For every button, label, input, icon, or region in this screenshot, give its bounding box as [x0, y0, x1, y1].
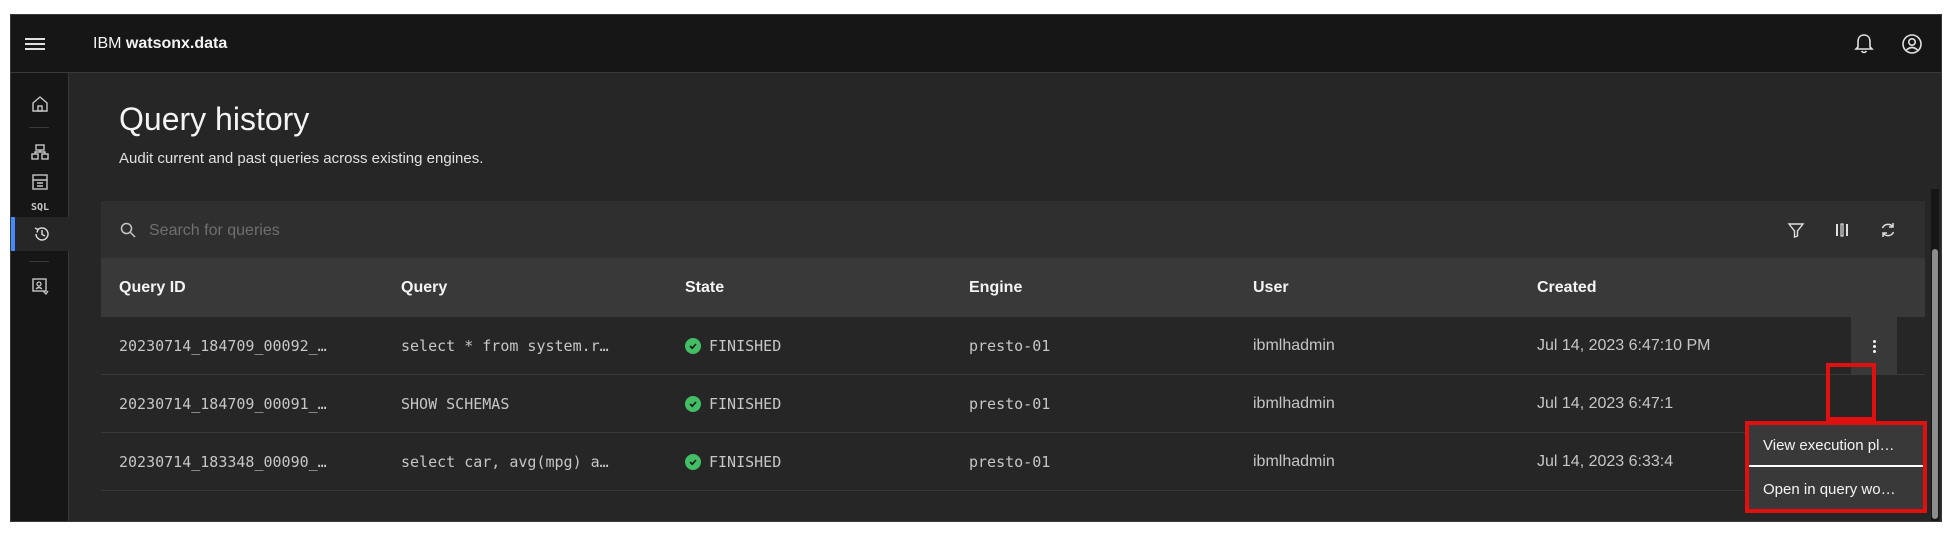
column-header-query[interactable]: Query [401, 259, 447, 317]
table-toolbar [101, 201, 1925, 259]
cell-created: Jul 14, 2023 6:47:10 PM [1537, 337, 1711, 354]
nav-sql-label: SQL [30, 201, 50, 213]
top-header: IBM watsonx.data [11, 15, 1941, 73]
checkmark-success-icon [685, 338, 701, 354]
column-settings-icon[interactable] [1827, 215, 1857, 245]
checkmark-success-icon [685, 454, 701, 470]
menu-item-open-in-query-workspace[interactable]: Open in query wo… [1749, 469, 1923, 511]
state-label: FINISHED [709, 337, 782, 355]
column-header-user[interactable]: User [1253, 259, 1289, 317]
cell-user: ibmlhadmin [1253, 395, 1335, 412]
cell-query: SHOW SCHEMAS [401, 395, 510, 413]
checkmark-success-icon [685, 396, 701, 412]
cell-query: select car, avg(mpg) a… [401, 453, 609, 471]
menu-item-view-execution-plan[interactable]: View execution pl… [1749, 425, 1923, 467]
nav-divider [29, 127, 49, 128]
table-row[interactable]: 20230714_183348_00090_… select car, avg(… [101, 433, 1925, 491]
filter-icon[interactable] [1781, 215, 1811, 245]
product-name[interactable]: IBM watsonx.data [93, 33, 227, 55]
brand-name: watsonx.data [125, 35, 228, 52]
notification-bell-icon[interactable] [1849, 29, 1879, 59]
nav-home-icon[interactable] [11, 87, 69, 121]
nav-query-history-icon[interactable] [11, 217, 69, 251]
column-header-created[interactable]: Created [1537, 259, 1597, 317]
page-title: Query history [119, 101, 310, 137]
main-content: Query history Audit current and past que… [69, 73, 1941, 521]
table-row[interactable]: 20230714_184709_00092_… select * from sy… [101, 317, 1925, 375]
state-label: FINISHED [709, 395, 782, 413]
query-history-table: Query ID Query State Engine User Created… [101, 201, 1925, 521]
cell-query-id: 20230714_184709_00092_… [119, 337, 327, 355]
cell-state: FINISHED [685, 433, 781, 491]
nav-access-control-icon[interactable] [11, 269, 69, 303]
nav-sql-item[interactable]: SQL [11, 195, 69, 219]
cell-engine: presto-01 [969, 337, 1051, 355]
scrollbar-thumb[interactable] [1932, 249, 1938, 519]
search-input[interactable] [147, 215, 851, 247]
row-overflow-menu: View execution pl… Open in query wo… [1745, 421, 1927, 513]
cell-query: select * from system.r… [401, 337, 609, 355]
cell-user: ibmlhadmin [1253, 337, 1335, 354]
cell-state: FINISHED [685, 375, 781, 433]
brand-prefix: IBM [93, 35, 122, 52]
page-scrollbar[interactable] [1931, 189, 1939, 521]
table-header: Query ID Query State Engine User Created [101, 259, 1925, 317]
search-icon [120, 222, 136, 238]
cell-user: ibmlhadmin [1253, 453, 1335, 470]
app-window: IBM watsonx.data SQL Query history Audit… [10, 14, 1942, 522]
state-label: FINISHED [709, 453, 782, 471]
refresh-icon[interactable] [1873, 215, 1903, 245]
side-navigation: SQL [11, 73, 69, 521]
cell-created: Jul 14, 2023 6:47:1 [1537, 395, 1674, 412]
page-subtitle: Audit current and past queries across ex… [119, 150, 484, 167]
hamburger-menu-icon[interactable] [25, 33, 49, 55]
cell-state: FINISHED [685, 317, 781, 375]
cell-created: Jul 14, 2023 6:33:4 [1537, 453, 1674, 470]
cell-query-id: 20230714_183348_00090_… [119, 453, 327, 471]
cell-engine: presto-01 [969, 395, 1051, 413]
nav-data-manager-icon[interactable] [11, 165, 69, 199]
nav-infrastructure-icon[interactable] [11, 135, 69, 169]
column-header-state[interactable]: State [685, 259, 724, 317]
column-header-engine[interactable]: Engine [969, 259, 1022, 317]
column-header-query-id[interactable]: Query ID [119, 259, 186, 317]
table-row[interactable]: 20230714_184709_00091_… SHOW SCHEMAS FIN… [101, 375, 1925, 433]
user-avatar-icon[interactable] [1897, 29, 1927, 59]
cell-query-id: 20230714_184709_00091_… [119, 395, 327, 413]
nav-divider [29, 261, 49, 262]
cell-engine: presto-01 [969, 453, 1051, 471]
overflow-menu-vertical-icon [1872, 339, 1876, 353]
highlight-overflow-button [1826, 363, 1876, 421]
